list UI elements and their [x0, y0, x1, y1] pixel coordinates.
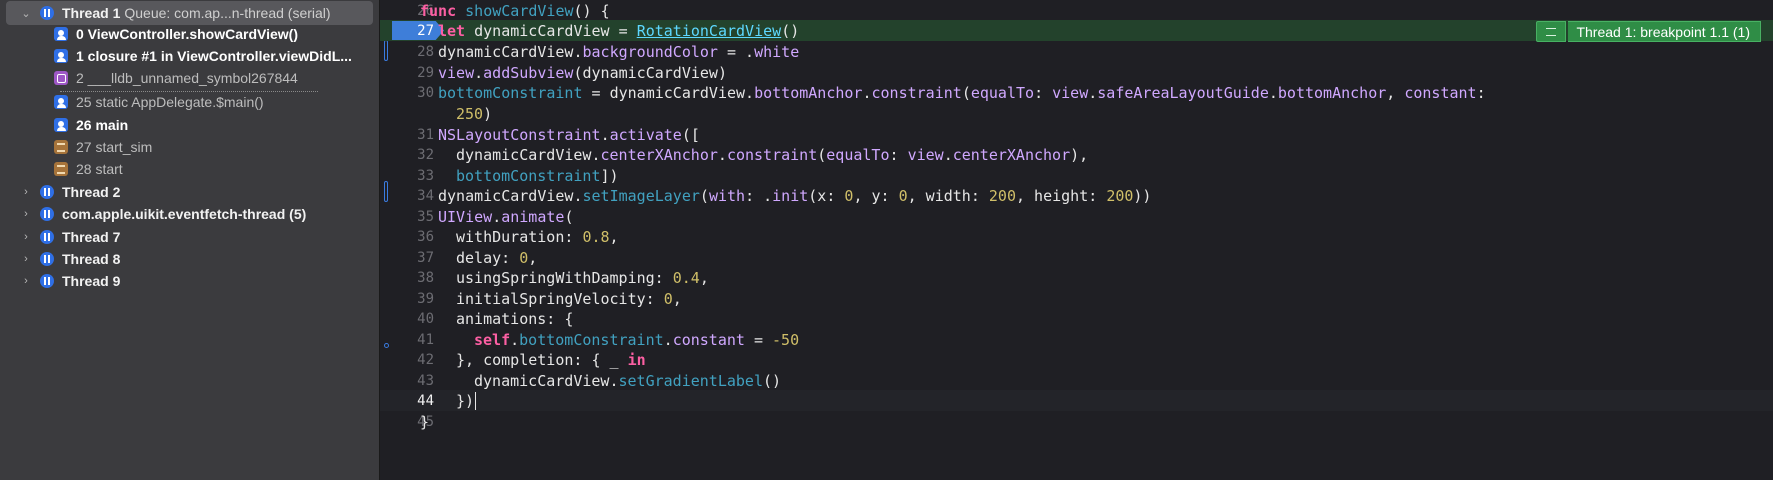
- thread-label: Thread 8: [62, 251, 121, 267]
- person-icon: [54, 95, 68, 109]
- line-number[interactable]: 37: [380, 250, 434, 266]
- line-number[interactable]: 30: [380, 85, 434, 101]
- thread-row-8[interactable]: › Thread 8: [0, 247, 379, 271]
- line-number[interactable]: 35: [380, 209, 434, 225]
- debug-navigator: ⌄ Thread 1 Queue: com.ap...n-thread (ser…: [0, 0, 380, 480]
- thread-icon: [40, 6, 54, 20]
- thread-label: Thread 9: [62, 273, 121, 289]
- frame-label: 1 closure #1 in ViewController.viewDidL.…: [76, 48, 352, 64]
- text-cursor: ​: [475, 391, 477, 410]
- code-line[interactable]: 36 withDuration: 0.8,: [380, 226, 1773, 247]
- line-number[interactable]: 34: [380, 188, 434, 204]
- code-line[interactable]: 38 usingSpringWithDamping: 0.4,: [380, 267, 1773, 288]
- chevron-down-icon[interactable]: ⌄: [18, 5, 34, 21]
- line-number[interactable]: 36: [380, 229, 434, 245]
- line-number[interactable]: 31: [380, 127, 434, 143]
- line-number[interactable]: 27: [380, 23, 434, 39]
- chevron-right-icon[interactable]: ›: [18, 273, 34, 289]
- line-number[interactable]: 38: [380, 270, 434, 286]
- code-line[interactable]: 41 self.bottomConstraint.constant = -50: [380, 329, 1773, 350]
- thread-row-2[interactable]: › Thread 2: [0, 180, 379, 204]
- line-number[interactable]: 39: [380, 291, 434, 307]
- code-line[interactable]: 34 dynamicCardView.setImageLayer(with: .…: [380, 185, 1773, 206]
- frame-label: 28 start: [76, 161, 123, 177]
- code-line[interactable]: 43 dynamicCardView.setGradientLabel(): [380, 370, 1773, 391]
- code-line[interactable]: 45 }: [380, 411, 1773, 432]
- frame-label: 0 ViewController.showCardView(): [76, 26, 298, 42]
- line-number[interactable]: 43: [380, 373, 434, 389]
- line-number[interactable]: 28: [380, 44, 434, 60]
- person-icon: [54, 49, 68, 63]
- code-line[interactable]: 30 bottomConstraint = dynamicCardView.bo…: [380, 82, 1773, 103]
- line-number[interactable]: 41: [380, 332, 434, 348]
- code-line-wrapped[interactable]: 250): [380, 103, 1773, 124]
- line-number[interactable]: 32: [380, 147, 434, 163]
- thread-label: Thread 7: [62, 229, 121, 245]
- library-icon: [54, 162, 68, 176]
- code-line[interactable]: 40 animations: {: [380, 308, 1773, 329]
- source-editor[interactable]: 26 func showCardView() { 27 let dynamicC…: [380, 0, 1773, 480]
- chevron-right-icon[interactable]: ›: [18, 206, 34, 222]
- chevron-right-icon[interactable]: ›: [18, 184, 34, 200]
- stack-frame[interactable]: 26 main: [0, 113, 379, 137]
- thread-icon: [40, 230, 54, 244]
- code-line[interactable]: 35 UIView.animate(: [380, 206, 1773, 227]
- line-number[interactable]: 44: [380, 393, 434, 409]
- thread-row-9[interactable]: › Thread 9: [0, 269, 379, 293]
- stack-frame[interactable]: 27 start_sim: [0, 135, 379, 159]
- code-line[interactable]: 39 initialSpringVelocity: 0,: [380, 288, 1773, 309]
- stack-frame[interactable]: 2 ___lldb_unnamed_symbol267844: [0, 66, 379, 90]
- breakpoint-annotation-label: Thread 1: breakpoint 1.1 (1): [1568, 21, 1761, 42]
- thread-label: Thread 2: [62, 184, 121, 200]
- code-line[interactable]: 29 view.addSubview(dynamicCardView): [380, 62, 1773, 83]
- code-line[interactable]: 32 dynamicCardView.centerXAnchor.constra…: [380, 144, 1773, 165]
- library-icon: [54, 140, 68, 154]
- line-number[interactable]: 40: [380, 311, 434, 327]
- cube-icon: [54, 71, 68, 85]
- breakpoint-annotation[interactable]: Thread 1: breakpoint 1.1 (1): [1536, 21, 1761, 42]
- list-icon[interactable]: [1536, 21, 1567, 42]
- code-line[interactable]: 37 delay: 0,: [380, 247, 1773, 268]
- code-line[interactable]: 42 }, completion: { _ in: [380, 349, 1773, 370]
- code-line[interactable]: 31 NSLayoutConstraint.activate([: [380, 124, 1773, 145]
- thread-icon: [40, 207, 54, 221]
- frame-label: 26 main: [76, 117, 129, 133]
- thread-label: com.apple.uikit.eventfetch-thread (5): [62, 206, 307, 222]
- frame-label: 25 static AppDelegate.$main(): [76, 94, 264, 110]
- code-line[interactable]: 33 bottomConstraint]): [380, 165, 1773, 186]
- thread-icon: [40, 185, 54, 199]
- frame-label: 2 ___lldb_unnamed_symbol267844: [76, 70, 298, 86]
- line-number[interactable]: 29: [380, 65, 434, 81]
- code-line-cursor[interactable]: 44 })​: [380, 390, 1773, 411]
- stack-frame[interactable]: 1 closure #1 in ViewController.viewDidL.…: [0, 44, 379, 68]
- chevron-right-icon[interactable]: ›: [18, 229, 34, 245]
- thread-row-eventfetch[interactable]: › com.apple.uikit.eventfetch-thread (5): [0, 202, 379, 226]
- person-icon: [54, 118, 68, 132]
- code-line[interactable]: 26 func showCardView() {: [380, 0, 1773, 21]
- line-number[interactable]: 42: [380, 352, 434, 368]
- chevron-right-icon[interactable]: ›: [18, 251, 34, 267]
- type-reference-link[interactable]: RotationCardView: [637, 22, 782, 40]
- person-icon: [54, 27, 68, 41]
- stack-frame[interactable]: 28 start: [0, 157, 379, 181]
- stack-frame[interactable]: 25 static AppDelegate.$main(): [0, 90, 379, 114]
- frame-label: 27 start_sim: [76, 139, 153, 155]
- code-line[interactable]: 28 dynamicCardView.backgroundColor = .wh…: [380, 41, 1773, 62]
- thread-label: Thread 1: [62, 5, 121, 21]
- thread-row-7[interactable]: › Thread 7: [0, 225, 379, 249]
- line-number[interactable]: 33: [380, 168, 434, 184]
- xcode-debug-window: ⌄ Thread 1 Queue: com.ap...n-thread (ser…: [0, 0, 1773, 480]
- thread-queue: Queue: com.ap...n-thread (serial): [124, 5, 331, 21]
- thread-icon: [40, 274, 54, 288]
- stack-frame[interactable]: 0 ViewController.showCardView(): [0, 22, 379, 46]
- thread-icon: [40, 252, 54, 266]
